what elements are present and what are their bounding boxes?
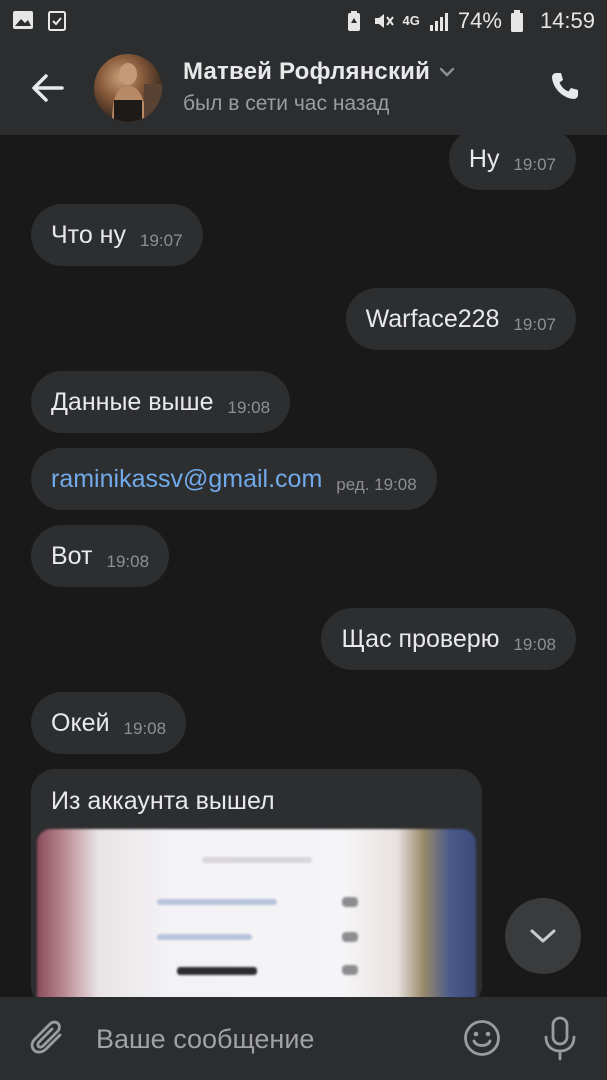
message-list[interactable]: Ну 19:07 Что ну 19:07 Warface228 19:07 Д… [0, 135, 607, 997]
message-time: 19:08 [227, 398, 271, 417]
emoji-button[interactable] [463, 1019, 501, 1057]
contact-name-row[interactable]: Матвей Рофлянский [183, 58, 456, 86]
clipboard-check-icon [46, 9, 68, 31]
message-text: Что ну [51, 220, 126, 249]
message-text: Щас проверю [341, 624, 500, 653]
message-text: Из аккаунта вышел [51, 787, 275, 815]
message-text: Вот [51, 541, 93, 570]
arrow-left-icon [32, 74, 64, 102]
contact-name: Матвей Рофлянский [183, 58, 431, 85]
contact-status: был в сети час назад [183, 92, 390, 115]
chat-header: Матвей Рофлянский был в сети час назад [0, 42, 607, 135]
message-bubble-incoming[interactable]: Данные выше 19:08 [31, 371, 291, 433]
message-text: Warface228 [365, 304, 500, 333]
message-time: 19:08 [106, 552, 150, 571]
phone-icon [552, 73, 578, 99]
call-button[interactable] [549, 70, 581, 102]
signal-icon [428, 10, 450, 32]
message-input[interactable]: Ваше сообщение [96, 1024, 314, 1055]
message-bubble-outgoing[interactable]: Ну 19:07 [448, 135, 576, 190]
message-time: 19:07 [140, 231, 183, 250]
message-bubble-incoming[interactable]: Окей 19:08 [31, 692, 187, 754]
network-type: 4G [402, 13, 420, 28]
message-time: 19:07 [513, 155, 556, 174]
message-time: 19:08 [123, 719, 167, 738]
back-button[interactable] [28, 70, 68, 106]
paperclip-icon [30, 1020, 62, 1054]
clock: 14:59 [539, 8, 595, 33]
message-text: Окей [51, 708, 110, 737]
voice-message-button[interactable] [540, 1015, 580, 1061]
image-icon [12, 9, 34, 31]
attached-photo[interactable] [37, 829, 476, 997]
message-text: Данные выше [51, 387, 214, 416]
avatar[interactable] [94, 54, 162, 122]
chevron-down-icon [530, 929, 556, 943]
message-bubble-incoming-photo[interactable]: Из аккаунта вышел [31, 769, 482, 997]
message-time: ред. 19:08 [336, 475, 417, 494]
message-bubble-incoming[interactable]: Вот 19:08 [31, 525, 170, 587]
attach-button[interactable] [30, 1017, 66, 1057]
message-bubble-incoming[interactable]: raminikassv@gmail.com ред. 19:08 [31, 448, 437, 510]
mute-icon [373, 10, 395, 32]
battery-saver-icon [343, 10, 365, 32]
message-bubble-outgoing[interactable]: Warface228 19:07 [345, 288, 576, 350]
message-bubble-incoming[interactable]: Что ну 19:07 [31, 204, 203, 266]
chevron-down-icon [439, 67, 455, 77]
battery-icon [510, 10, 532, 32]
scroll-down-button[interactable] [505, 898, 581, 974]
smiley-icon [464, 1020, 500, 1056]
message-time: 19:08 [513, 635, 556, 654]
email-link[interactable]: raminikassv@gmail.com [51, 465, 322, 494]
message-text: Ну [468, 144, 500, 173]
status-bar: 4G 74% 14:59 [0, 0, 607, 42]
message-time: 19:07 [513, 315, 556, 334]
composer: Ваше сообщение [0, 997, 607, 1080]
battery-percent: 74% [457, 8, 502, 33]
microphone-icon [544, 1016, 576, 1061]
message-bubble-outgoing[interactable]: Щас проверю 19:08 [321, 608, 576, 670]
